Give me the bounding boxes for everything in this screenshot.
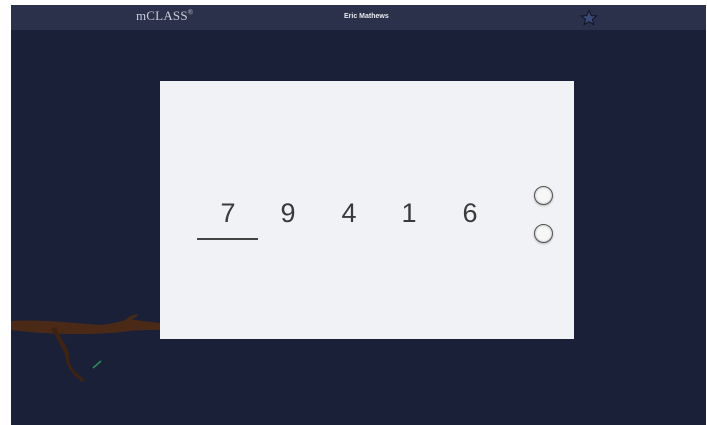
radio-option-1[interactable] (534, 186, 553, 205)
star-icon[interactable] (579, 8, 599, 28)
digit-4: 1 (401, 198, 417, 228)
question-card: 7 9 4 1 6 (160, 81, 574, 339)
logo-registered-mark: ® (187, 8, 194, 17)
digit-2: 9 (280, 198, 296, 228)
app-canvas: mCLASS® Eric Mathews 7 9 4 1 6 (11, 5, 706, 425)
app-logo: mCLASS® (136, 8, 193, 24)
digit-1: 7 (220, 198, 236, 228)
current-digit-underline (197, 238, 258, 240)
digit-5: 6 (462, 198, 478, 228)
radio-option-2[interactable] (534, 224, 553, 243)
top-bar: mCLASS® Eric Mathews (11, 5, 706, 30)
user-name: Eric Mathews (344, 13, 389, 20)
logo-text: mCLASS (136, 8, 188, 23)
digit-3: 4 (341, 198, 357, 228)
